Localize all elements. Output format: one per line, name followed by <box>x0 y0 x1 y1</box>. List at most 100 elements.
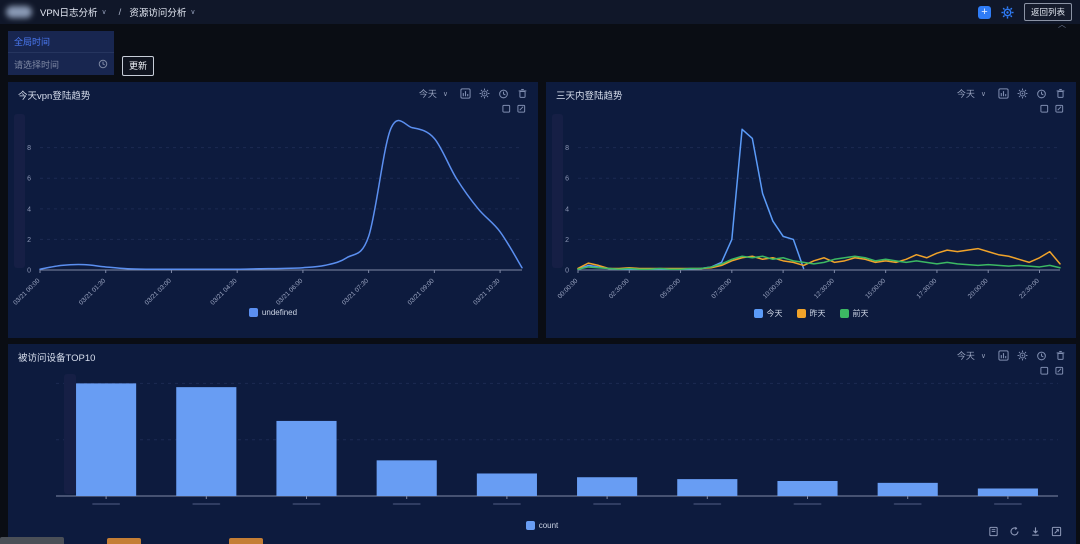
chart-type-icon[interactable] <box>998 88 1009 99</box>
bar-chart-top10[interactable] <box>10 364 1074 522</box>
settings-gear-icon[interactable] <box>1001 5 1014 19</box>
line-chart-three-day[interactable]: 0 2 4 6 8 00:00:00 02:30:00 05:00:00 07:30:00 10:… <box>548 102 1074 310</box>
y-axis-label: 4 <box>27 206 31 213</box>
x-axis-label-illegible <box>192 503 221 505</box>
cutoff-button[interactable] <box>0 537 64 544</box>
x-axis-label-illegible <box>693 503 722 505</box>
legend-item[interactable]: 今天 <box>753 308 783 319</box>
chart-type-icon[interactable] <box>998 350 1009 361</box>
legend-label: count <box>538 521 559 530</box>
legend-label: 今天 <box>766 309 783 318</box>
legend-item[interactable]: undefined <box>248 308 297 317</box>
fullscreen-icon[interactable] <box>1051 526 1062 537</box>
legend-item[interactable]: 前天 <box>839 308 869 319</box>
legend-swatch <box>753 309 763 318</box>
bar[interactable] <box>677 479 738 496</box>
y-axis-label: 6 <box>565 176 569 183</box>
bar[interactable] <box>977 488 1038 496</box>
legend-item[interactable]: count <box>525 521 559 530</box>
trash-icon[interactable] <box>517 88 528 99</box>
panel-title: 被访问设备TOP10 <box>18 353 96 364</box>
chart-legend: undefined <box>8 308 538 317</box>
time-picker-input[interactable]: 请选择时间 <box>8 53 114 75</box>
legend-label: 前天 <box>852 309 869 318</box>
legend-label: 昨天 <box>809 309 826 318</box>
x-axis-label: 10:00:00 <box>762 277 785 300</box>
panel-today-vpn-trend: 今天vpn登陆趋势 今天 ∨ 0 2 4 6 8 03/21 00:00 03/21 01:3… <box>8 82 538 338</box>
legend-swatch <box>525 521 535 530</box>
bar[interactable] <box>577 477 638 496</box>
bar[interactable] <box>476 473 537 496</box>
x-axis-label: 05:00:00 <box>659 277 682 300</box>
panel-top10-devices: 被访问设备TOP10 今天 ∨ count <box>8 344 1076 544</box>
cutoff-button[interactable] <box>229 538 263 544</box>
time-range-dropdown[interactable]: 今天 ∨ <box>957 349 990 362</box>
bar[interactable] <box>176 387 237 496</box>
series-昨天 <box>577 247 1061 270</box>
y-axis-label: 2 <box>565 237 569 244</box>
download-icon[interactable] <box>1030 526 1041 537</box>
legend-item[interactable]: 昨天 <box>796 308 826 319</box>
datazoom-slider[interactable] <box>552 114 563 268</box>
trash-icon[interactable] <box>1055 350 1066 361</box>
gear-icon[interactable] <box>1017 88 1028 99</box>
x-axis-label: 03/21 00:00 <box>12 277 42 307</box>
panel-title: 三天内登陆趋势 <box>556 91 623 102</box>
update-button[interactable]: 更新 <box>122 56 154 76</box>
report-icon[interactable] <box>988 526 999 537</box>
chevron-down-icon: ∨ <box>980 352 986 360</box>
x-axis-label-illegible <box>392 503 421 505</box>
add-button[interactable]: + <box>977 5 991 19</box>
top-navigation-bar: VPN日志分析 ∨ / 资源访问分析 ∨ + 返回列表 <box>0 0 1080 24</box>
x-axis-label: 22:30:00 <box>1018 277 1041 300</box>
chevron-down-icon: ∨ <box>442 90 448 98</box>
cutoff-button[interactable] <box>107 538 141 544</box>
time-range-dropdown[interactable]: 今天 ∨ <box>419 87 452 100</box>
x-axis-label: 03/21 10:30 <box>472 277 502 307</box>
bar[interactable] <box>276 420 337 496</box>
x-axis-label-illegible <box>492 503 521 505</box>
legend-swatch <box>839 309 849 318</box>
series-undefined <box>39 119 523 271</box>
series-前天 <box>577 255 1061 270</box>
logo-blurred <box>6 6 32 18</box>
y-axis-label: 2 <box>27 237 31 244</box>
x-axis-label: 00:00:00 <box>557 277 580 300</box>
datazoom-slider[interactable] <box>14 114 25 268</box>
clock-icon <box>98 59 108 69</box>
collapse-chevron-icon[interactable]: ︿ <box>1058 19 1066 30</box>
timer-icon[interactable] <box>1036 88 1047 99</box>
chevron-down-icon[interactable]: ∨ <box>102 8 107 16</box>
y-axis-label: 4 <box>565 206 569 213</box>
x-axis-label: 03/21 06:00 <box>275 277 305 307</box>
refresh-icon[interactable] <box>1009 526 1020 537</box>
timer-icon[interactable] <box>1036 350 1047 361</box>
bar[interactable] <box>777 480 838 496</box>
panel-title: 今天vpn登陆趋势 <box>18 91 91 102</box>
y-axis-label: 0 <box>565 268 569 275</box>
time-range-dropdown[interactable]: 今天 ∨ <box>957 87 990 100</box>
bar[interactable] <box>76 383 137 496</box>
gear-icon[interactable] <box>479 88 490 99</box>
datazoom-slider[interactable] <box>64 374 76 494</box>
bar[interactable] <box>376 460 437 496</box>
x-axis-label: 12:30:00 <box>813 277 836 300</box>
x-axis-label: 07:30:00 <box>710 277 733 300</box>
trash-icon[interactable] <box>1055 88 1066 99</box>
bar[interactable] <box>877 482 938 496</box>
chart-type-icon[interactable] <box>460 88 471 99</box>
x-axis-label-illegible <box>92 503 121 505</box>
line-chart-today-vpn[interactable]: 0 2 4 6 8 03/21 00:00 03/21 01:30 03/21 03:00 03… <box>10 102 536 310</box>
global-time-label: 全局时间 <box>8 31 114 53</box>
x-axis-label: 03/21 01:30 <box>78 277 108 307</box>
breadcrumb-item-vpn[interactable]: VPN日志分析 <box>40 5 98 19</box>
breadcrumb-item-resource[interactable]: 资源访问分析 <box>129 5 186 19</box>
x-axis-label: 17:30:00 <box>916 277 939 300</box>
chevron-down-icon[interactable]: ∨ <box>190 8 195 16</box>
gear-icon[interactable] <box>1017 350 1028 361</box>
x-axis-label: 20:00:00 <box>967 277 990 300</box>
legend-swatch <box>248 308 258 317</box>
x-axis-label: 15:00:00 <box>864 277 887 300</box>
chart-legend: 今天 昨天 前天 <box>546 308 1076 319</box>
timer-icon[interactable] <box>498 88 509 99</box>
